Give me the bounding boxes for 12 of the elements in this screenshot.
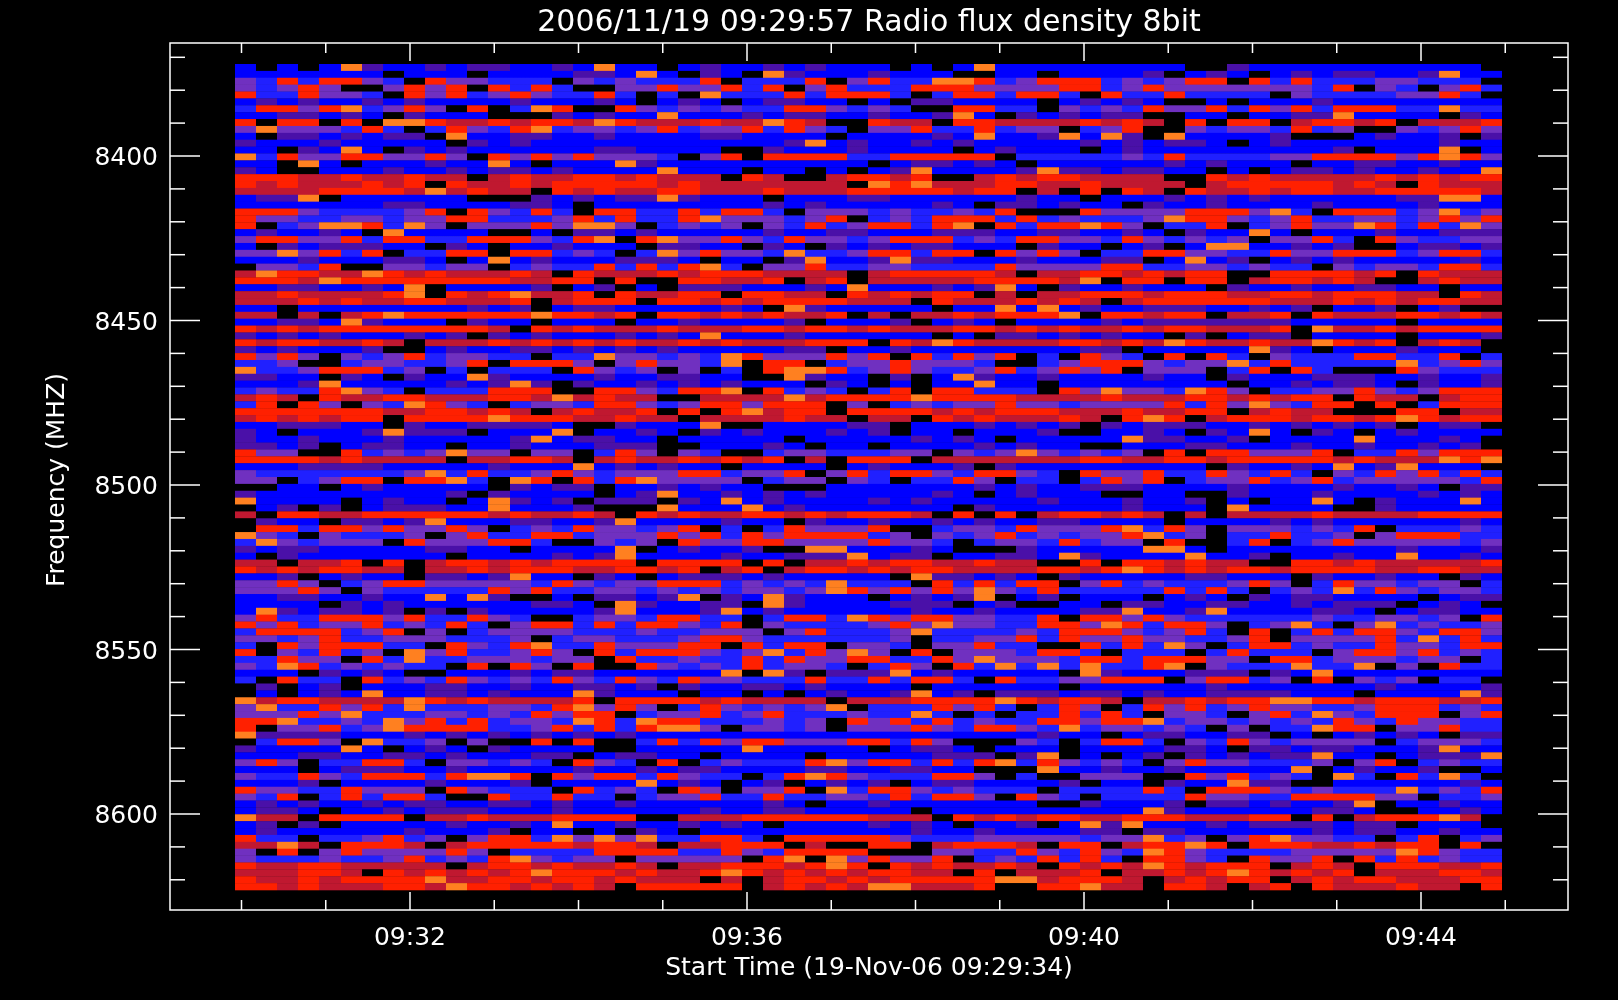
y-tick-label: 8400 [94,142,158,171]
x-tick-label: 09:44 [1385,922,1457,951]
y-tick-label: 8500 [94,471,158,500]
y-tick-label: 8450 [94,306,158,336]
x-tick-label: 09:40 [1048,922,1120,951]
x-axis-label: Start Time (19-Nov-06 09:29:34) [665,952,1073,981]
x-tick-label: 09:36 [711,922,783,951]
plot-title: 2006/11/19 09:29:57 Radio flux density 8bit [537,3,1201,38]
y-tick-label: 8550 [94,635,158,665]
y-axis-label: Frequency (MHZ) [41,372,70,588]
x-tick-label: 09:32 [374,922,446,951]
y-tick-label: 8600 [94,800,158,829]
